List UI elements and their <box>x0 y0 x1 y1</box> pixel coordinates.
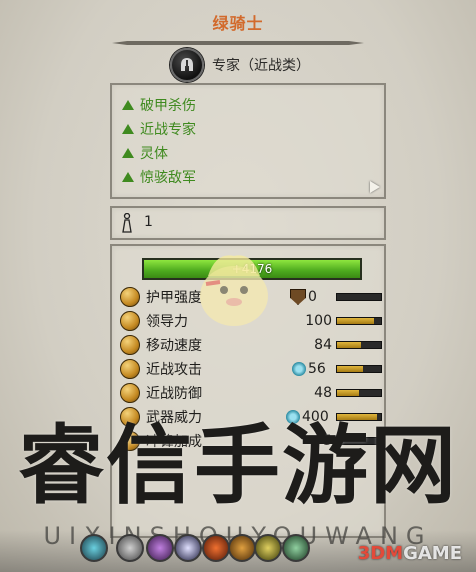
ability-icon[interactable] <box>282 534 310 562</box>
stat-value: 56 <box>308 361 326 377</box>
trait-label: 惊骇敌军 <box>140 170 196 186</box>
melee-defence-icon <box>120 383 140 403</box>
ability-icon[interactable] <box>174 534 202 562</box>
stat-name: 近战防御 <box>146 386 202 402</box>
stat-bar <box>336 341 382 349</box>
trait-up-icon <box>122 172 134 182</box>
trait-item[interactable]: 灵体 <box>122 143 168 163</box>
unit-class-row: 专家（近战类） <box>170 48 310 82</box>
trait-label: 近战专家 <box>140 122 196 138</box>
stat-bar <box>336 293 382 301</box>
stat-row-melee-defence[interactable]: 近战防御 48 <box>120 382 382 404</box>
stat-bar-fill <box>337 390 359 396</box>
trait-label: 灵体 <box>140 146 168 162</box>
ethereal-icon <box>292 362 306 376</box>
melee-attack-icon <box>120 359 140 379</box>
unit-count-value: 1 <box>144 214 153 230</box>
helmet-icon[interactable] <box>170 48 204 82</box>
ability-icon[interactable] <box>202 534 230 562</box>
stat-value: 84 <box>314 337 332 353</box>
armor-icon <box>120 287 140 307</box>
stat-bar <box>336 389 382 397</box>
unit-class-label: 专家（近战类） <box>212 58 310 74</box>
stat-value: 48 <box>314 385 332 401</box>
leadership-icon <box>120 311 140 331</box>
ability-icon[interactable] <box>228 534 256 562</box>
ability-icon[interactable] <box>254 534 282 562</box>
stat-bar <box>336 365 382 373</box>
brand-logo: 3DMGAME <box>358 543 462 564</box>
traits-box: 破甲杀伤 近战专家 灵体 惊骇敌军 <box>110 83 386 199</box>
unit-figure-icon <box>122 213 132 233</box>
trait-label: 破甲杀伤 <box>140 98 196 114</box>
stat-bar-fill <box>337 366 364 372</box>
stat-name: 近战攻击 <box>146 362 202 378</box>
trait-up-icon <box>122 100 134 110</box>
trait-up-icon <box>122 124 134 134</box>
more-traits-arrow-icon[interactable] <box>370 181 380 193</box>
brand-suffix: GAME <box>403 543 462 564</box>
stat-bar-fill <box>337 318 375 324</box>
ability-icon[interactable] <box>80 534 108 562</box>
stat-row-speed[interactable]: 移动速度 84 <box>120 334 382 356</box>
trait-up-icon <box>122 148 134 158</box>
trait-item[interactable]: 近战专家 <box>122 119 196 139</box>
speed-icon <box>120 335 140 355</box>
unit-name: 绿骑士 <box>212 14 264 33</box>
stat-name: 移动速度 <box>146 338 202 354</box>
ability-icon[interactable] <box>116 534 144 562</box>
shield-icon <box>290 289 306 305</box>
unit-info-panel: 绿骑士 专家（近战类） 破甲杀伤 近战专家 灵体 惊骇敌军 1 护甲强度 0 领… <box>0 0 476 572</box>
trait-item[interactable]: 惊骇敌军 <box>122 167 196 187</box>
stat-bar-fill <box>337 342 362 348</box>
brand-prefix: 3DM <box>357 543 404 564</box>
title-divider <box>112 41 364 45</box>
stat-value: 100 <box>305 313 332 329</box>
stat-bar <box>336 317 382 325</box>
watermark-text: 睿信手游网 <box>18 415 458 516</box>
mascot-watermark-icon <box>200 255 268 326</box>
ability-icon[interactable] <box>146 534 174 562</box>
unit-count-box: 1 <box>110 206 386 240</box>
stat-row-melee-attack[interactable]: 近战攻击 56 <box>120 358 382 380</box>
trait-item[interactable]: 破甲杀伤 <box>122 95 196 115</box>
stat-value: 0 <box>308 289 317 305</box>
